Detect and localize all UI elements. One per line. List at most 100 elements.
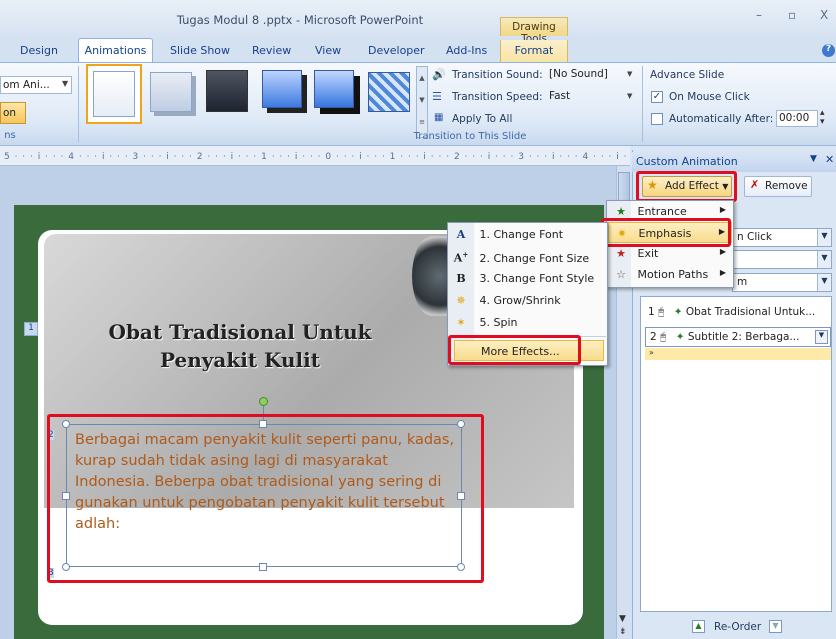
speed-icon: ☰ [432,90,442,103]
tab-design[interactable]: Design [20,42,58,62]
menu-item-change-font-style[interactable]: B 3. Change Font Style [452,268,602,289]
transition-dissolve-thumb[interactable] [368,72,410,112]
bold-icon: B [456,272,466,285]
transition-cut-thumb[interactable] [262,70,302,108]
transition-group-label: Transition to This Slide [413,131,527,142]
tab-slide-show[interactable]: Slide Show [170,42,230,62]
transition-fade-black-thumb[interactable] [206,70,248,112]
transition-sound-label: Transition Sound: [452,69,543,81]
tab-format[interactable]: Format [500,40,568,62]
rotation-handle[interactable] [259,397,268,406]
highlight-box-more-effects [448,335,581,365]
animation-item-number: 1 [648,306,655,318]
menu-item-change-font-size[interactable]: A+ 2. Change Font Size [452,246,602,267]
mouse-click-icon: 🖰 [660,331,667,343]
reorder-down-icon[interactable]: ▼ [769,620,782,633]
mouse-click-icon: 🖰 [658,306,665,318]
menu-item-spin[interactable]: ✶ 5. Spin [452,312,602,333]
animation-item-number: 2 [650,331,657,343]
slide-title[interactable]: Obat Tradisional Untuk Penyakit Kulit [70,318,410,374]
menu-item-label: 2. Change Font Size [479,251,590,265]
menu-item-label: 1. Change Font [479,228,564,241]
grow-icon: ✵ [456,294,466,307]
slide-title-line1: Obat Tradisional Untuk [108,320,372,344]
chevron-down-icon[interactable]: ▼ [817,229,831,246]
spin-icon: ✶ [456,316,466,329]
apply-all-icon: ▦ [434,112,444,123]
on-mouse-click-checkbox[interactable]: ✓ [651,91,663,103]
entrance-effect-icon: ✦ [673,306,683,318]
motion-path-star-icon: ☆ [616,268,626,281]
animation-toggle-button[interactable]: on [0,102,26,124]
animation-item-1[interactable]: 1 🖰 ✦ Obat Tradisional Untuk... [642,303,830,323]
pane-title: Custom Animation [632,152,836,172]
automatically-after-label: Automatically After: [669,113,774,125]
font-size-icon: A+ [453,250,469,265]
remove-star-icon: ✗ [750,178,760,191]
entrance-effect-icon: ✦ [675,331,685,343]
pane-close-icon[interactable]: ✕ [825,153,834,166]
chevron-down-icon: ▼ [627,92,633,100]
highlight-box-emphasis [601,218,731,247]
transition-fade-thumb[interactable] [150,72,192,112]
scroll-thumb[interactable] [618,172,630,202]
animation-tag-1: 1 [24,322,38,336]
tab-view[interactable]: View [315,42,341,62]
reorder-up-icon[interactable]: ▲ [692,620,705,633]
close-button[interactable]: X [820,8,828,22]
tab-review[interactable]: Review [252,42,291,62]
chevron-down-icon[interactable]: ▼ [817,274,831,291]
transition-none-thumb[interactable] [86,64,142,124]
horizontal-ruler: 5 · · · i · · · 4 · · · i · · · 3 · · · … [0,146,630,166]
exit-star-icon: ★ [616,247,626,260]
highlight-box-body [47,414,484,583]
scroll-down-icon[interactable]: ▼ [619,614,626,624]
transition-speed-dropdown[interactable]: Fast [547,89,637,105]
auto-time-input[interactable]: 00:00 [776,110,818,127]
menu-item-label: 3. Change Font Style [479,272,595,285]
drawing-tools-context-label: Drawing Tools [500,17,568,45]
chevron-down-icon: ▼ [627,70,633,78]
menu-item-grow-shrink[interactable]: ✵ 4. Grow/Shrink [452,290,602,311]
menu-item-change-font[interactable]: A 1. Change Font [452,224,602,245]
apply-to-all-button[interactable]: Apply To All [452,113,512,125]
transition-cut-black-thumb[interactable] [314,70,354,108]
chevron-down-icon[interactable]: ▼ [817,251,831,268]
animation-item-2[interactable]: 2 🖰 ✦ Subtitle 2: Berbaga... [645,327,831,347]
minimize-button[interactable]: – [756,8,762,22]
next-slide-icon[interactable]: ⇟ [619,627,627,637]
menu-item-label: Motion Paths [637,268,709,281]
transition-sound-dropdown[interactable]: [No Sound] [547,67,637,83]
gallery-scroll[interactable]: ▲ ▼ ≡ [416,66,428,138]
ribbon-divider [642,66,643,142]
time-spinner[interactable]: ▴ ▾ [820,109,825,127]
restore-button[interactable]: ▫ [788,8,796,22]
chevron-down-icon: ▼ [62,79,69,88]
sound-icon: 🔊 [432,68,446,81]
animation-item-label: Obat Tradisional Untuk... [685,306,816,318]
menu-item-label: 5. Spin [479,316,518,329]
decorative-image [412,236,452,316]
tab-developer[interactable]: Developer [368,42,425,62]
submenu-arrow-icon: ▶ [719,205,726,214]
menu-item-label: Entrance [637,205,687,218]
automatically-after-checkbox[interactable] [651,113,663,125]
transition-speed-label: Transition Speed: [452,91,543,103]
tab-add-ins[interactable]: Add-Ins [446,42,487,62]
advance-slide-label: Advance Slide [650,69,725,81]
animation-item-label: Subtitle 2: Berbaga... [687,331,800,343]
chevron-down-icon[interactable]: ▼ [815,330,828,344]
menu-item-label: Exit [637,247,659,260]
on-mouse-click-label: On Mouse Click [669,91,750,103]
pane-options-icon[interactable]: ▼ [810,154,817,164]
menu-item-motion-paths[interactable]: ☆ Motion Paths ▶ [612,264,732,285]
submenu-arrow-icon: ▶ [719,268,726,277]
entrance-star-icon: ★ [616,205,626,218]
menu-item-label: 4. Grow/Shrink [479,294,561,307]
tab-animations[interactable]: Animations [78,38,153,62]
reorder-label: Re-Order [714,621,762,633]
highlight-box-add-effect [636,171,737,202]
expand-contents-bar[interactable]: » [645,348,831,360]
ribbon-divider [78,66,79,142]
help-icon[interactable]: ? [822,44,835,57]
